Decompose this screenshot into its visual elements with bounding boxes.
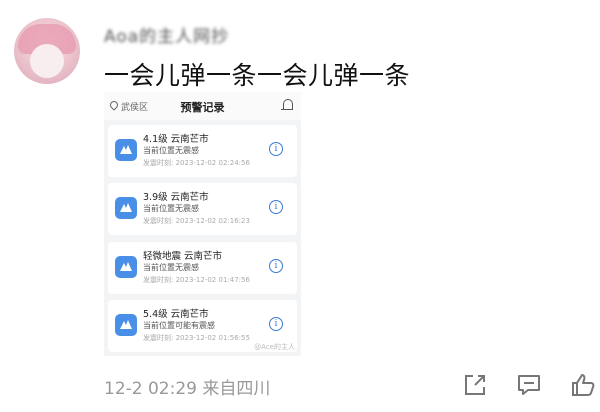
watermark: @Ace的主人 xyxy=(254,343,295,351)
alert-status: 当前位置无震感 xyxy=(143,263,199,272)
info-icon: i xyxy=(269,317,283,331)
alert-status: 当前位置无震感 xyxy=(143,204,199,213)
alert-time: 发震时刻: 2023-12-02 01:47:56 xyxy=(143,276,250,284)
alert-time: 发震时刻: 2023-12-02 02:16:23 xyxy=(143,217,250,225)
avatar[interactable] xyxy=(14,18,80,84)
earthquake-icon xyxy=(115,139,137,161)
share-icon xyxy=(465,375,485,395)
comment-icon xyxy=(518,375,540,395)
earthquake-icon xyxy=(115,197,137,219)
earthquake-icon xyxy=(115,314,137,336)
alert-card: 轻微地震 云南芒市 当前位置无震感 发震时刻: 2023-12-02 01:47… xyxy=(108,242,297,294)
like-icon xyxy=(572,374,595,396)
info-icon: i xyxy=(269,142,283,156)
comment-button[interactable] xyxy=(516,372,542,398)
like-button[interactable] xyxy=(570,372,596,398)
info-icon: i xyxy=(269,259,283,273)
screenshot-title: 预警记录 xyxy=(180,101,225,114)
share-button[interactable] xyxy=(462,372,488,398)
alert-card: 4.1级 云南芒市 当前位置无震感 发震时刻: 2023-12-02 02:24… xyxy=(108,125,297,177)
screenshot-header: 武侯区 预警记录 xyxy=(104,92,301,120)
earthquake-icon xyxy=(115,256,137,278)
comment-meta: 12-2 02:29 来自四川 xyxy=(104,379,271,399)
alert-title: 轻微地震 云南芒市 xyxy=(143,251,223,262)
comment-text: 一会儿弹一条一会儿弹一条 xyxy=(104,61,411,90)
alert-status: 当前位置无震感 xyxy=(143,146,199,155)
bell-icon xyxy=(281,99,293,110)
alert-title: 5.4级 云南芒市 xyxy=(143,309,209,320)
avatar-face xyxy=(30,44,64,78)
alert-status: 当前位置可能有震感 xyxy=(143,321,215,330)
alert-title: 3.9级 云南芒市 xyxy=(143,192,209,203)
alert-time: 发震时刻: 2023-12-02 02:24:56 xyxy=(143,159,250,167)
alert-card: 3.9级 云南芒市 当前位置无震感 发震时刻: 2023-12-02 02:16… xyxy=(108,183,297,235)
attached-screenshot[interactable]: 武侯区 预警记录 4.1级 云南芒市 当前位置无震感 发震时刻: 2023-12… xyxy=(104,92,301,356)
info-icon: i xyxy=(269,200,283,214)
alert-time: 发震时刻: 2023-12-02 01:56:55 xyxy=(143,334,250,342)
username[interactable]: Aoa的主人网抄 xyxy=(104,22,229,47)
alert-title: 4.1级 云南芒市 xyxy=(143,134,209,145)
